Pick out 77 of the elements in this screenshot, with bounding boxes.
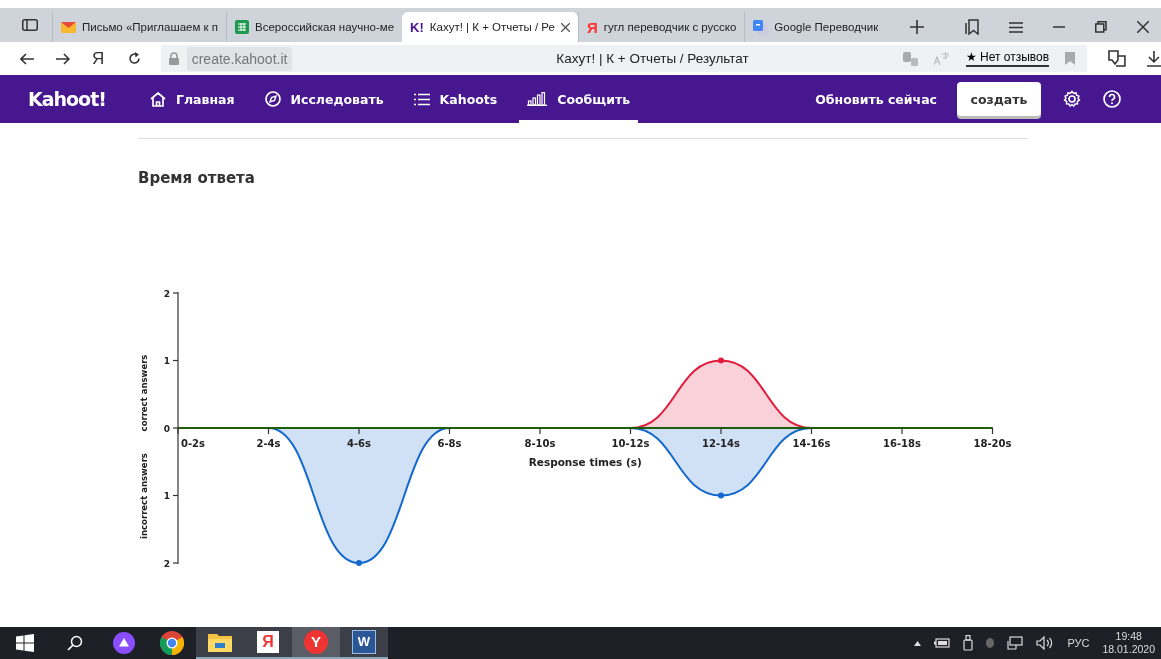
tick-label: 4-6s [347, 438, 371, 449]
search-icon[interactable] [67, 635, 83, 651]
axis-title: correct answers [139, 354, 149, 432]
lock-icon [168, 52, 179, 65]
settings-icon[interactable] [1063, 90, 1081, 108]
nav-item[interactable]: Сообщить [519, 75, 639, 123]
tab-favicon: Я [586, 18, 598, 36]
restore-icon[interactable] [1095, 21, 1107, 33]
tick-label: 2 [163, 288, 170, 299]
tick-label: 1 [163, 356, 170, 366]
axis-title: Response times (s) [528, 456, 642, 468]
bookmarks-icon[interactable] [965, 19, 979, 35]
tick-label: 2-4s [256, 438, 281, 449]
taskbar-app[interactable] [196, 627, 244, 659]
spreadsheet-icon [235, 20, 250, 34]
upgrade-link[interactable]: Обновить сейчас [815, 91, 937, 107]
tick-label: 14-16s [792, 438, 831, 449]
close-icon[interactable] [1137, 21, 1149, 33]
envelope-icon [61, 21, 76, 33]
page-title: Кахут! | К + Отчеты / Результат [555, 51, 749, 66]
folder-icon [208, 632, 232, 652]
yandex-browser-icon: Y [304, 630, 328, 654]
forward-button[interactable] [55, 52, 70, 65]
nav-item[interactable]: Главная [141, 75, 243, 123]
taskbar-app[interactable]: Я [244, 627, 292, 659]
tick-label: 0 [163, 423, 170, 434]
reload-button[interactable] [127, 52, 141, 65]
usb-drive-icon[interactable] [963, 635, 974, 651]
network-icon[interactable] [1007, 636, 1024, 650]
close-icon[interactable] [560, 22, 570, 32]
browser-tab[interactable]: K! Кахут! | К + Отчеты / Ре [402, 12, 578, 42]
compass-icon [264, 91, 281, 107]
create-button[interactable]: создать [957, 82, 1041, 116]
taskbar-app[interactable]: W [340, 627, 388, 659]
word-icon: W [352, 630, 376, 654]
tick-label: 2 [163, 558, 170, 569]
new-tab-button[interactable] [910, 20, 925, 34]
bar-chart-icon [527, 92, 548, 106]
logo[interactable]: Kahoot! [28, 88, 106, 110]
download-icon[interactable] [1147, 50, 1161, 67]
nav-item[interactable]: Исследовать [256, 75, 392, 123]
tick-label: 8-10s [524, 438, 556, 449]
sidebar-icon[interactable] [22, 19, 38, 31]
data-point [356, 560, 362, 566]
back-button[interactable] [20, 52, 34, 65]
clock[interactable]: 19:48 18.01.2020 [1102, 630, 1155, 656]
yandex-icon: Я [257, 631, 279, 653]
reviews-button[interactable]: ★ Нет отзывов [965, 50, 1050, 67]
menu-icon[interactable] [1009, 21, 1023, 33]
speaker-icon[interactable] [1036, 636, 1055, 650]
shield-icon[interactable] [986, 638, 995, 648]
axis-title: incorrect answers [139, 453, 149, 539]
tick-label: 16-18s [883, 438, 921, 449]
help-icon[interactable] [1103, 90, 1121, 108]
section-title: Время ответа [138, 169, 256, 187]
home-icon [149, 91, 166, 107]
assistant-icon [113, 632, 135, 654]
tick-label: 6-8s [437, 438, 462, 449]
translate-icon [753, 19, 769, 35]
tick-label: 18-20s [973, 438, 1012, 449]
tick-label: 10-12s [611, 438, 650, 449]
data-point [718, 492, 724, 499]
tab-favicon: K! [410, 19, 424, 35]
language-indicator[interactable]: РУС [1067, 637, 1090, 649]
windows-start-icon[interactable] [16, 634, 34, 652]
tick-label: 0-2s [181, 438, 206, 449]
address-bar[interactable]: create.kahoot.it Кахут! | К + Отчеты / Результат ★ Нет отзывов [160, 45, 1088, 72]
tray-expand-icon[interactable] [914, 640, 922, 646]
nav-item[interactable]: Kahoots [405, 75, 506, 123]
chrome-icon [160, 631, 184, 655]
tick-label: 12-14s [702, 438, 740, 449]
taskbar-app[interactable]: Y [292, 627, 340, 659]
battery-icon[interactable] [934, 638, 951, 648]
tick-label: 1 [163, 491, 170, 501]
yandex-button[interactable]: Я [91, 48, 128, 69]
list-icon [413, 92, 430, 106]
data-point [718, 357, 724, 364]
